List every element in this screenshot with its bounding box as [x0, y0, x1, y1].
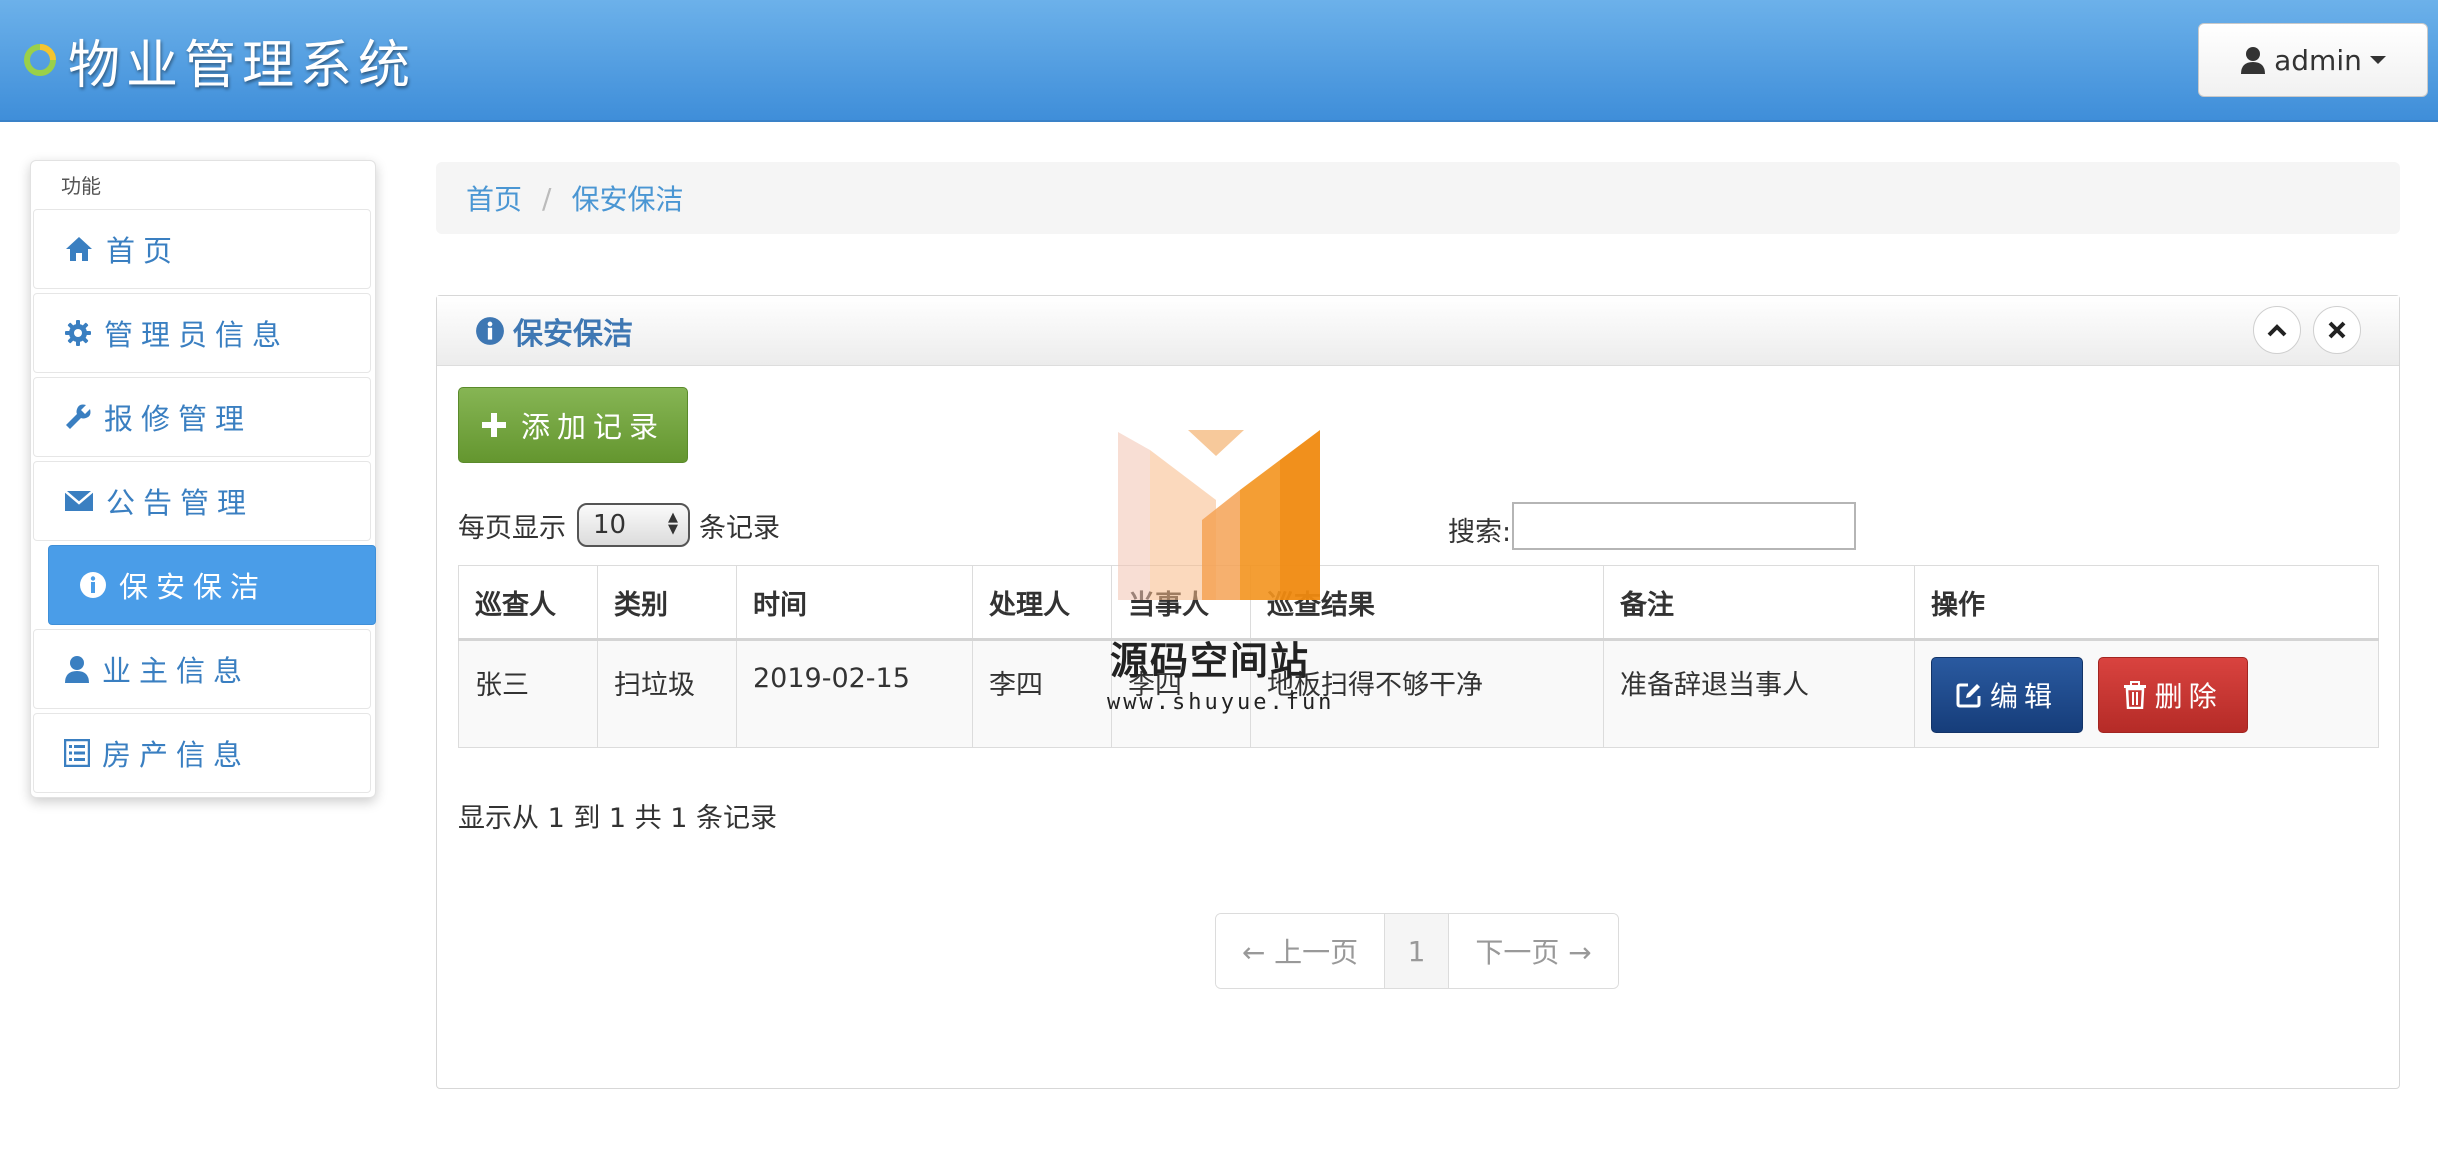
page-length-prefix: 每页显示	[458, 513, 566, 544]
search-input[interactable]	[1512, 502, 1856, 550]
collapse-button[interactable]	[2253, 306, 2301, 354]
content-panel: 保安保洁 添加记录 每页显示 10 ▲ ▼ 条记录 搜索: 巡查人 类别 时间 …	[436, 295, 2400, 1089]
user-icon	[65, 656, 89, 683]
trash-icon	[2123, 681, 2146, 709]
prev-page-button[interactable]: ← 上一页	[1216, 914, 1385, 988]
edit-label: 编辑	[1989, 680, 2058, 713]
sidebar-item-admin-info[interactable]: 管理员信息	[33, 293, 371, 373]
app-title: 物业管理系统	[68, 35, 417, 96]
user-icon	[2241, 47, 2266, 74]
username: admin	[2274, 43, 2362, 77]
user-menu-button[interactable]: admin	[2198, 23, 2428, 97]
column-header[interactable]: 处理人	[972, 565, 1112, 641]
breadcrumb-separator: /	[542, 181, 552, 215]
sidebar-item-security-cleaning[interactable]: 保安保洁	[48, 545, 376, 625]
gear-icon	[65, 320, 91, 346]
page-number-button[interactable]: 1	[1385, 914, 1449, 988]
column-header[interactable]: 操作	[1914, 565, 2379, 641]
pagination: ← 上一页 1 下一页 →	[1215, 913, 1619, 989]
breadcrumb-current-link[interactable]: 保安保洁	[571, 178, 683, 218]
breadcrumb-home-link[interactable]: 首页	[466, 178, 522, 218]
next-page-button[interactable]: 下一页 →	[1449, 914, 1618, 988]
sidebar-item-home[interactable]: 首页	[33, 209, 371, 289]
table-cell: 2019-02-15	[736, 639, 973, 748]
search-label: 搜索:	[1448, 517, 1512, 548]
table-cell: 张三	[458, 639, 598, 748]
breadcrumb: 首页 / 保安保洁	[436, 162, 2400, 234]
info-icon	[80, 572, 106, 598]
sidebar-item-label: 首页	[106, 234, 181, 268]
table-cell: 扫垃圾	[597, 639, 737, 748]
column-header[interactable]: 时间	[736, 565, 973, 641]
sidebar-header: 功能	[61, 174, 101, 198]
list-icon	[64, 739, 90, 767]
table-cell: 准备辞退当事人	[1603, 639, 1915, 748]
delete-button[interactable]: 删除	[2097, 657, 2248, 733]
edit-button[interactable]: 编辑	[1931, 657, 2083, 733]
column-header[interactable]: 类别	[597, 565, 737, 641]
sidebar-item-label: 公告管理	[106, 486, 255, 520]
column-header[interactable]: 当事人	[1111, 565, 1251, 641]
delete-label: 删除	[2154, 680, 2223, 713]
sidebar-item-property-info[interactable]: 房产信息	[33, 713, 371, 793]
close-button[interactable]	[2313, 306, 2361, 354]
info-icon	[476, 316, 504, 345]
sidebar-item-label: 房产信息	[102, 738, 251, 772]
close-icon	[2328, 321, 2346, 339]
page-length-value: 10	[593, 510, 627, 540]
top-navbar: 物业管理系统 admin	[0, 0, 2438, 122]
actions-cell: 编辑 删除	[1914, 639, 2379, 748]
sidebar-item-label: 业主信息	[102, 654, 251, 688]
sidebar-item-owner-info[interactable]: 业主信息	[33, 629, 371, 709]
add-record-button[interactable]: 添加记录	[458, 387, 688, 463]
sidebar-item-label: 报修管理	[104, 402, 253, 436]
logo-icon	[24, 44, 56, 76]
edit-icon	[1956, 683, 1981, 708]
panel-header: 保安保洁	[437, 296, 2399, 366]
add-record-label: 添加记录	[520, 410, 665, 444]
column-header[interactable]: 备注	[1603, 565, 1915, 641]
home-icon	[66, 237, 92, 261]
table-cell: 李四	[972, 639, 1112, 748]
sidebar-item-label: 管理员信息	[104, 318, 290, 352]
sidebar: 功能 首页 管理员信息 报修管理 公告管理 保安保洁 业主信息 房产信息	[30, 160, 376, 798]
envelope-icon	[64, 490, 94, 511]
chevron-up-icon	[2267, 324, 2287, 337]
table-info: 显示从 1 到 1 共 1 条记录	[458, 803, 778, 834]
sidebar-item-label: 保安保洁	[119, 570, 268, 604]
watermark-url: www.shuyue.fun	[1107, 690, 1335, 715]
column-header[interactable]: 巡查结果	[1250, 565, 1604, 641]
chevron-down-icon	[2369, 56, 2386, 64]
brand[interactable]: 物业管理系统	[20, 28, 416, 96]
sidebar-item-repair[interactable]: 报修管理	[33, 377, 371, 457]
wrench-icon	[66, 404, 91, 429]
column-header[interactable]: 巡查人	[458, 565, 598, 641]
panel-title: 保安保洁	[513, 316, 633, 352]
plus-icon	[481, 413, 506, 437]
table-header-row: 巡查人 类别 时间 处理人 当事人 巡查结果 备注 操作	[458, 565, 2379, 641]
page-length-suffix: 条记录	[699, 513, 780, 544]
page-length-select[interactable]: 10 ▲ ▼	[577, 503, 690, 547]
watermark-text: 源码空间站	[1110, 639, 1311, 683]
sidebar-item-notice[interactable]: 公告管理	[33, 461, 371, 541]
select-arrows-icon: ▲ ▼	[668, 510, 678, 537]
